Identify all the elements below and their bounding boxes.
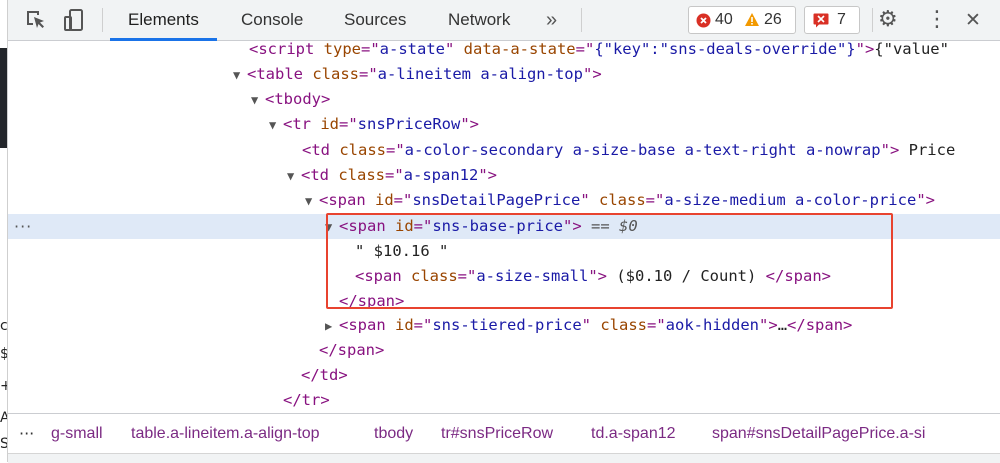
tab-elements[interactable]: Elements [110, 0, 217, 41]
breadcrumb: ··· g-small table.a-lineitem.a-align-top… [8, 413, 1000, 454]
issues-button[interactable]: 7 [804, 6, 860, 34]
tab-label: Elements [128, 10, 199, 29]
issues-count: 7 [837, 11, 846, 28]
dom-close-span[interactable]: </span> [8, 338, 1000, 363]
page-glyph: S [0, 436, 7, 452]
expanded-triangle-icon[interactable]: ▼ [325, 215, 339, 240]
tab-network[interactable]: Network [448, 0, 510, 40]
toolbar-divider [872, 8, 873, 32]
more-tabs-icon[interactable]: » [546, 0, 557, 40]
expanded-triangle-icon[interactable]: ▼ [287, 164, 301, 189]
close-icon[interactable]: ✕ [965, 0, 981, 40]
dom-close-tr[interactable]: </tr> [8, 388, 1000, 412]
page-glyph: c [0, 318, 7, 334]
toolbar-divider [581, 8, 582, 32]
page-glyph: A [0, 410, 7, 426]
selected-node-marker: == $0 [591, 217, 638, 235]
expanded-triangle-icon[interactable]: ▼ [269, 113, 283, 138]
elements-dom-tree: <script type="a-state" data-a-state="{"k… [8, 41, 1000, 412]
dom-node-tbody[interactable]: ▼ <tbody> [8, 87, 1000, 112]
page-behind-strip: c $ + A S [0, 0, 7, 462]
expanded-triangle-icon[interactable]: ▼ [251, 88, 265, 113]
expanded-triangle-icon[interactable]: ▼ [233, 63, 247, 88]
breadcrumb-item[interactable]: tr#snsPriceRow [441, 414, 553, 454]
dom-node-td-span12[interactable]: ▼ <td class="a-span12"> [8, 163, 1000, 188]
dom-node-span-size-small[interactable]: <span class="a-size-small"> ($0.10 / Cou… [8, 264, 1000, 289]
page-glyph: + [0, 378, 7, 394]
toolbar-divider [102, 8, 103, 32]
device-toolbar-icon[interactable] [60, 6, 88, 34]
dom-close-td[interactable]: </td> [8, 363, 1000, 388]
inspect-element-icon[interactable] [22, 6, 50, 34]
breadcrumb-item[interactable]: g-small [51, 414, 103, 454]
dom-node-table[interactable]: ▼ <table class="a-lineitem a-align-top"> [8, 62, 1000, 87]
devtools-panel: Elements Console Sources Network » 40 26 [7, 0, 1000, 463]
error-icon [696, 13, 711, 33]
tab-sources[interactable]: Sources [344, 0, 406, 40]
tab-label: Console [241, 10, 304, 29]
dom-node-tr[interactable]: ▼ <tr id="snsPriceRow"> [8, 112, 1000, 137]
dom-node-span-base-price-selected[interactable]: ▼ <span id="sns-base-price"> == $0 [8, 214, 1000, 239]
collapsed-triangle-icon[interactable]: ▶ [325, 314, 339, 339]
page-glyph: $ [0, 346, 7, 362]
page-dark-band [0, 48, 7, 148]
dom-node-span-tiered-price[interactable]: ▶ <span id="sns-tiered-price" class="aok-… [8, 313, 1000, 338]
dom-node-script[interactable]: <script type="a-state" data-a-state="{"k… [8, 41, 1000, 62]
breadcrumb-item[interactable]: tbody [374, 414, 413, 454]
more-options-icon[interactable]: ⋮ [926, 0, 948, 40]
breadcrumb-item[interactable]: td.a-span12 [591, 414, 676, 454]
dom-close-span-base-price[interactable]: </span> [8, 289, 1000, 314]
warning-count: 26 [764, 11, 782, 28]
error-count: 40 [715, 11, 733, 28]
settings-gear-icon[interactable]: ⚙ [878, 0, 898, 40]
tab-label: Sources [344, 10, 407, 29]
issues-icon [813, 13, 829, 33]
warning-icon [744, 12, 760, 32]
breadcrumb-item[interactable]: table.a-lineitem.a-align-top [131, 414, 320, 454]
dom-node-span-detail-price[interactable]: ▼ <span id="snsDetailPagePrice" class="a-… [8, 188, 1000, 213]
breadcrumb-item[interactable]: span#snsDetailPagePrice.a-si [712, 414, 925, 454]
node-actions-ellipsis-icon[interactable]: ··· [14, 214, 32, 239]
devtools-toolbar: Elements Console Sources Network » 40 26 [8, 0, 1000, 41]
dom-text-node-price[interactable]: " $10.16 " [8, 239, 1000, 264]
tab-console[interactable]: Console [241, 0, 303, 40]
expanded-triangle-icon[interactable]: ▼ [305, 189, 319, 214]
console-counts-button[interactable]: 40 26 [688, 6, 796, 34]
breadcrumb-overflow-icon[interactable]: ··· [19, 414, 34, 454]
tab-label: Network [448, 10, 511, 29]
dom-node-td-price-label[interactable]: <td class="a-color-secondary a-size-base… [8, 138, 1000, 163]
